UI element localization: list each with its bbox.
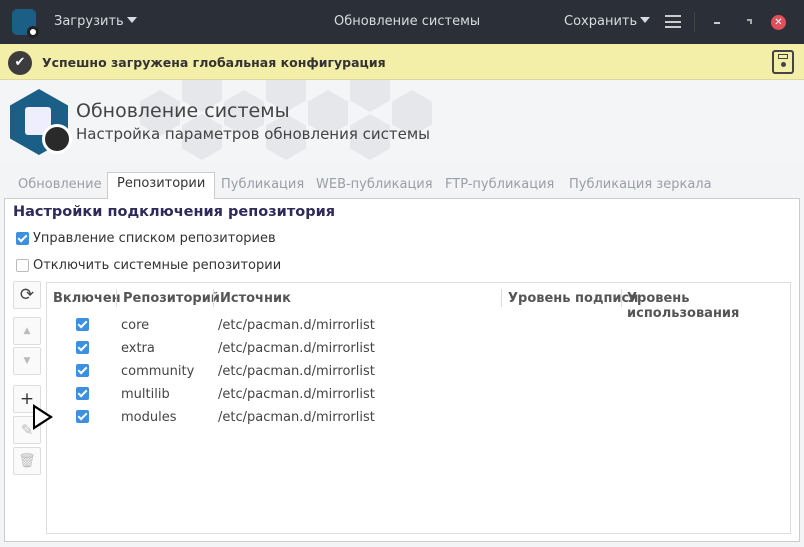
page-title: Обновление системы xyxy=(76,100,290,122)
tab-ftp-publication[interactable]: FTP-публикация xyxy=(436,174,563,198)
column-separator[interactable] xyxy=(213,289,214,307)
save-label: Сохранить xyxy=(564,14,638,29)
refresh-button[interactable]: ⟳ xyxy=(13,281,41,309)
floppy-check-icon[interactable] xyxy=(772,50,794,74)
trash-icon: 🗑 xyxy=(18,453,36,469)
column-separator[interactable] xyxy=(501,289,502,307)
maximize-icon[interactable] xyxy=(747,19,752,24)
table-row[interactable]: multilib/etc/pacman.d/mirrorlist xyxy=(47,387,790,410)
manage-list-checkbox[interactable] xyxy=(16,232,29,245)
section-title: Настройки подключения репозитория xyxy=(13,204,336,220)
enabled-checkbox[interactable] xyxy=(76,318,89,331)
move-up-button[interactable]: ▲ xyxy=(13,317,41,345)
load-label: Загрузить xyxy=(54,14,124,29)
close-icon[interactable]: ✕ xyxy=(771,15,786,30)
repository-name: extra xyxy=(121,341,155,356)
tab-web-publication[interactable]: WEB-публикация xyxy=(307,174,442,198)
repositories-table: Включен Репозиторий Источник Уровень под… xyxy=(46,282,791,534)
enabled-checkbox[interactable] xyxy=(76,410,89,423)
column-header-enabled[interactable]: Включен xyxy=(53,291,121,306)
check-circle-icon: ✔ xyxy=(8,51,32,75)
page-header: Обновление системы Настройка параметров … xyxy=(0,80,804,166)
column-header-signature[interactable]: Уровень подписи xyxy=(508,291,638,306)
arrow-down-icon: ▼ xyxy=(23,356,31,366)
disable-system-checkbox[interactable] xyxy=(16,259,29,272)
dropdown-icon xyxy=(126,17,137,23)
notification-banner: ✔ Успешно загружена глобальная конфигура… xyxy=(0,44,804,80)
repository-name: modules xyxy=(121,410,177,425)
plus-icon: + xyxy=(19,389,35,409)
repository-name: core xyxy=(121,318,150,333)
column-header-repository[interactable]: Репозиторий xyxy=(123,291,220,306)
repository-source: /etc/pacman.d/mirrorlist xyxy=(218,318,375,333)
column-header-source[interactable]: Источник xyxy=(220,291,291,306)
repository-source: /etc/pacman.d/mirrorlist xyxy=(218,341,375,356)
title-bar: Загрузить Обновление системы Сохранить ✕ xyxy=(0,0,804,44)
column-header-usage[interactable]: Уровень использования xyxy=(627,291,790,321)
table-row[interactable]: modules/etc/pacman.d/mirrorlist xyxy=(47,410,790,433)
menu-icon[interactable] xyxy=(665,15,681,28)
repository-name: multilib xyxy=(121,387,170,402)
dropdown-icon xyxy=(640,17,651,23)
window-title: Обновление системы xyxy=(334,14,481,29)
arrow-up-icon: ▲ xyxy=(23,326,31,336)
manage-list-label[interactable]: Управление списком репозиториев xyxy=(33,231,276,246)
table-row[interactable]: community/etc/pacman.d/mirrorlist xyxy=(47,364,790,387)
enabled-checkbox[interactable] xyxy=(76,387,89,400)
load-menu-button[interactable]: Загрузить xyxy=(54,14,137,29)
tab-update[interactable]: Обновление xyxy=(9,174,111,198)
disable-system-label[interactable]: Отключить системные репозитории xyxy=(33,258,281,273)
tab-publication[interactable]: Публикация xyxy=(212,174,313,198)
gear-icon xyxy=(42,124,72,154)
tab-repositories[interactable]: Репозитории xyxy=(107,172,216,199)
table-row[interactable]: extra/etc/pacman.d/mirrorlist xyxy=(47,341,790,364)
repository-source: /etc/pacman.d/mirrorlist xyxy=(218,387,375,402)
column-separator[interactable] xyxy=(621,289,622,307)
delete-button[interactable]: 🗑 xyxy=(13,447,41,475)
minimize-icon[interactable] xyxy=(714,22,720,24)
enabled-checkbox[interactable] xyxy=(76,364,89,377)
repository-source: /etc/pacman.d/mirrorlist xyxy=(218,364,375,379)
tab-mirror-publication[interactable]: Публикация зеркала xyxy=(560,174,721,198)
app-icon xyxy=(12,9,39,38)
repository-name: community xyxy=(121,364,195,379)
refresh-icon: ⟳ xyxy=(19,285,35,305)
column-separator[interactable] xyxy=(116,289,117,307)
repository-source: /etc/pacman.d/mirrorlist xyxy=(218,410,375,425)
save-menu-button[interactable]: Сохранить xyxy=(564,14,651,29)
enabled-checkbox[interactable] xyxy=(76,341,89,354)
pencil-icon: ✎ xyxy=(20,421,34,439)
table-row[interactable]: core/etc/pacman.d/mirrorlist xyxy=(47,318,790,341)
divider xyxy=(694,12,695,32)
page-subtitle: Настройка параметров обновления системы xyxy=(76,125,431,143)
move-down-button[interactable]: ▼ xyxy=(13,347,41,375)
banner-message: Успешно загружена глобальная конфигураци… xyxy=(42,55,386,70)
